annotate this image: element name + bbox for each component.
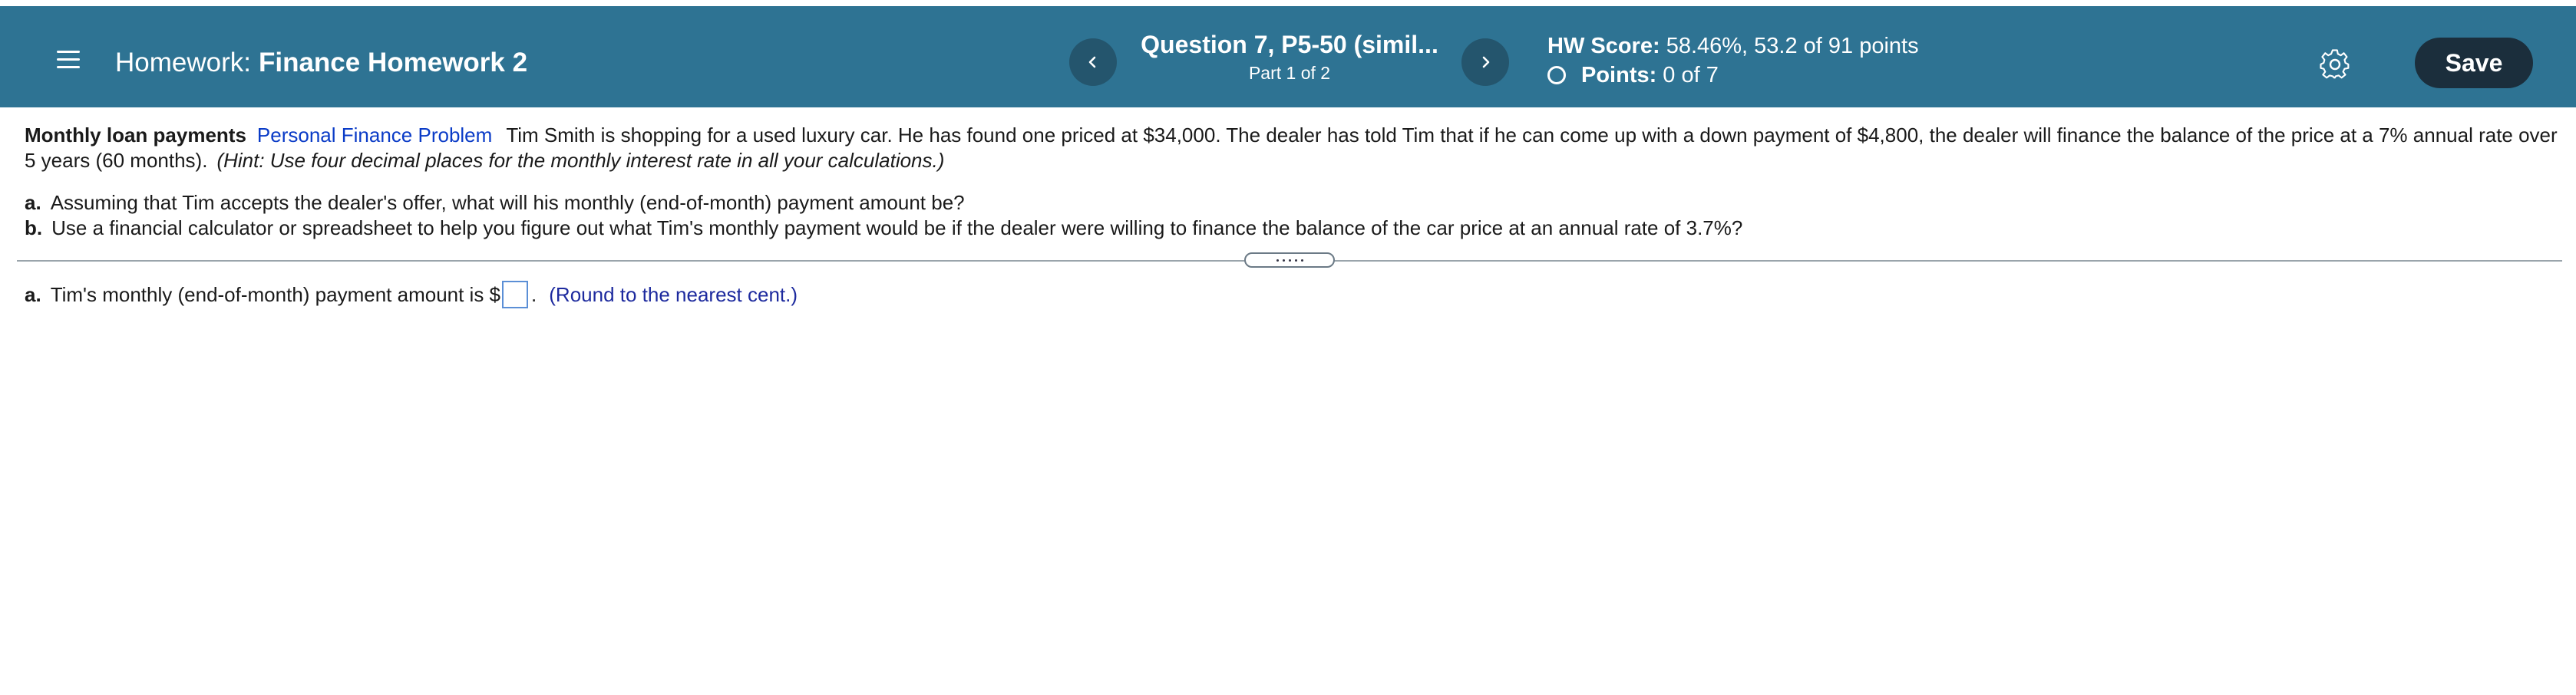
question-info: Question 7, P5-50 (simil... Part 1 of 2 xyxy=(1136,29,1443,84)
homework-title-name: Finance Homework 2 xyxy=(258,48,528,77)
problem-parts: a. Assuming that Tim accepts the dealer's… xyxy=(25,190,2558,241)
part-a-text: Assuming that Tim accepts the dealer's o… xyxy=(50,191,965,214)
rounding-instruction: (Round to the nearest cent.) xyxy=(549,283,798,306)
homework-title-prefix: Homework: xyxy=(115,48,251,77)
settings-button[interactable] xyxy=(2320,49,2350,80)
next-question-button[interactable] xyxy=(1461,38,1509,86)
part-b-label: b. xyxy=(25,216,43,239)
chevron-right-icon xyxy=(1482,56,1490,68)
points-value: 0 of 7 xyxy=(1663,63,1719,87)
expand-collapse-handle[interactable] xyxy=(1244,252,1335,268)
answer-label: a. xyxy=(25,283,41,306)
hamburger-menu-icon[interactable] xyxy=(57,51,80,69)
hw-score: HW Score: 58.46%, 53.2 of 91 points xyxy=(1547,32,1919,60)
problem-hint: (Hint: Use four decimal places for the m… xyxy=(216,149,945,172)
problem-heading: Monthly loan payments xyxy=(25,124,246,147)
problem-statement: Monthly loan payments Personal Finance Pr… xyxy=(25,123,2558,241)
problem-part-b: b. Use a financial calculator or spreadsh… xyxy=(25,216,2558,241)
answer-prompt: Tim's monthly (end-of-month) payment amo… xyxy=(50,283,501,306)
points-label: Points: xyxy=(1581,63,1657,87)
points-status-circle-icon xyxy=(1547,66,1566,84)
payment-answer-input[interactable] xyxy=(502,281,529,308)
question-part: Part 1 of 2 xyxy=(1248,63,1331,83)
previous-question-button[interactable] xyxy=(1069,38,1117,86)
homework-title: Homework: Finance Homework 2 xyxy=(115,48,527,78)
save-button[interactable]: Save xyxy=(2415,38,2533,88)
score-info: HW Score: 58.46%, 53.2 of 91 points Poin… xyxy=(1547,32,1919,89)
answer-row: a. Tim's monthly (end-of-month) payment … xyxy=(25,281,798,308)
part-b-text: Use a financial calculator or spreadshee… xyxy=(51,216,1743,239)
problem-part-a: a. Assuming that Tim accepts the dealer's… xyxy=(25,190,2558,216)
top-bar: Homework: Finance Homework 2 Question 7, … xyxy=(0,6,2576,107)
question-title: Question 7, P5-50 (simil... xyxy=(1141,31,1438,58)
hw-score-value: 58.46%, 53.2 of 91 points xyxy=(1666,34,1919,58)
chevron-left-icon xyxy=(1088,56,1096,68)
points: Points: 0 of 7 xyxy=(1547,61,1919,89)
part-a-label: a. xyxy=(25,191,41,214)
problem-intro: Monthly loan payments Personal Finance Pr… xyxy=(25,123,2558,173)
hw-score-label: HW Score: xyxy=(1547,34,1660,58)
answer-period: . xyxy=(531,283,537,306)
personal-finance-problem-link[interactable]: Personal Finance Problem xyxy=(257,124,492,147)
gear-icon xyxy=(2320,49,2350,79)
